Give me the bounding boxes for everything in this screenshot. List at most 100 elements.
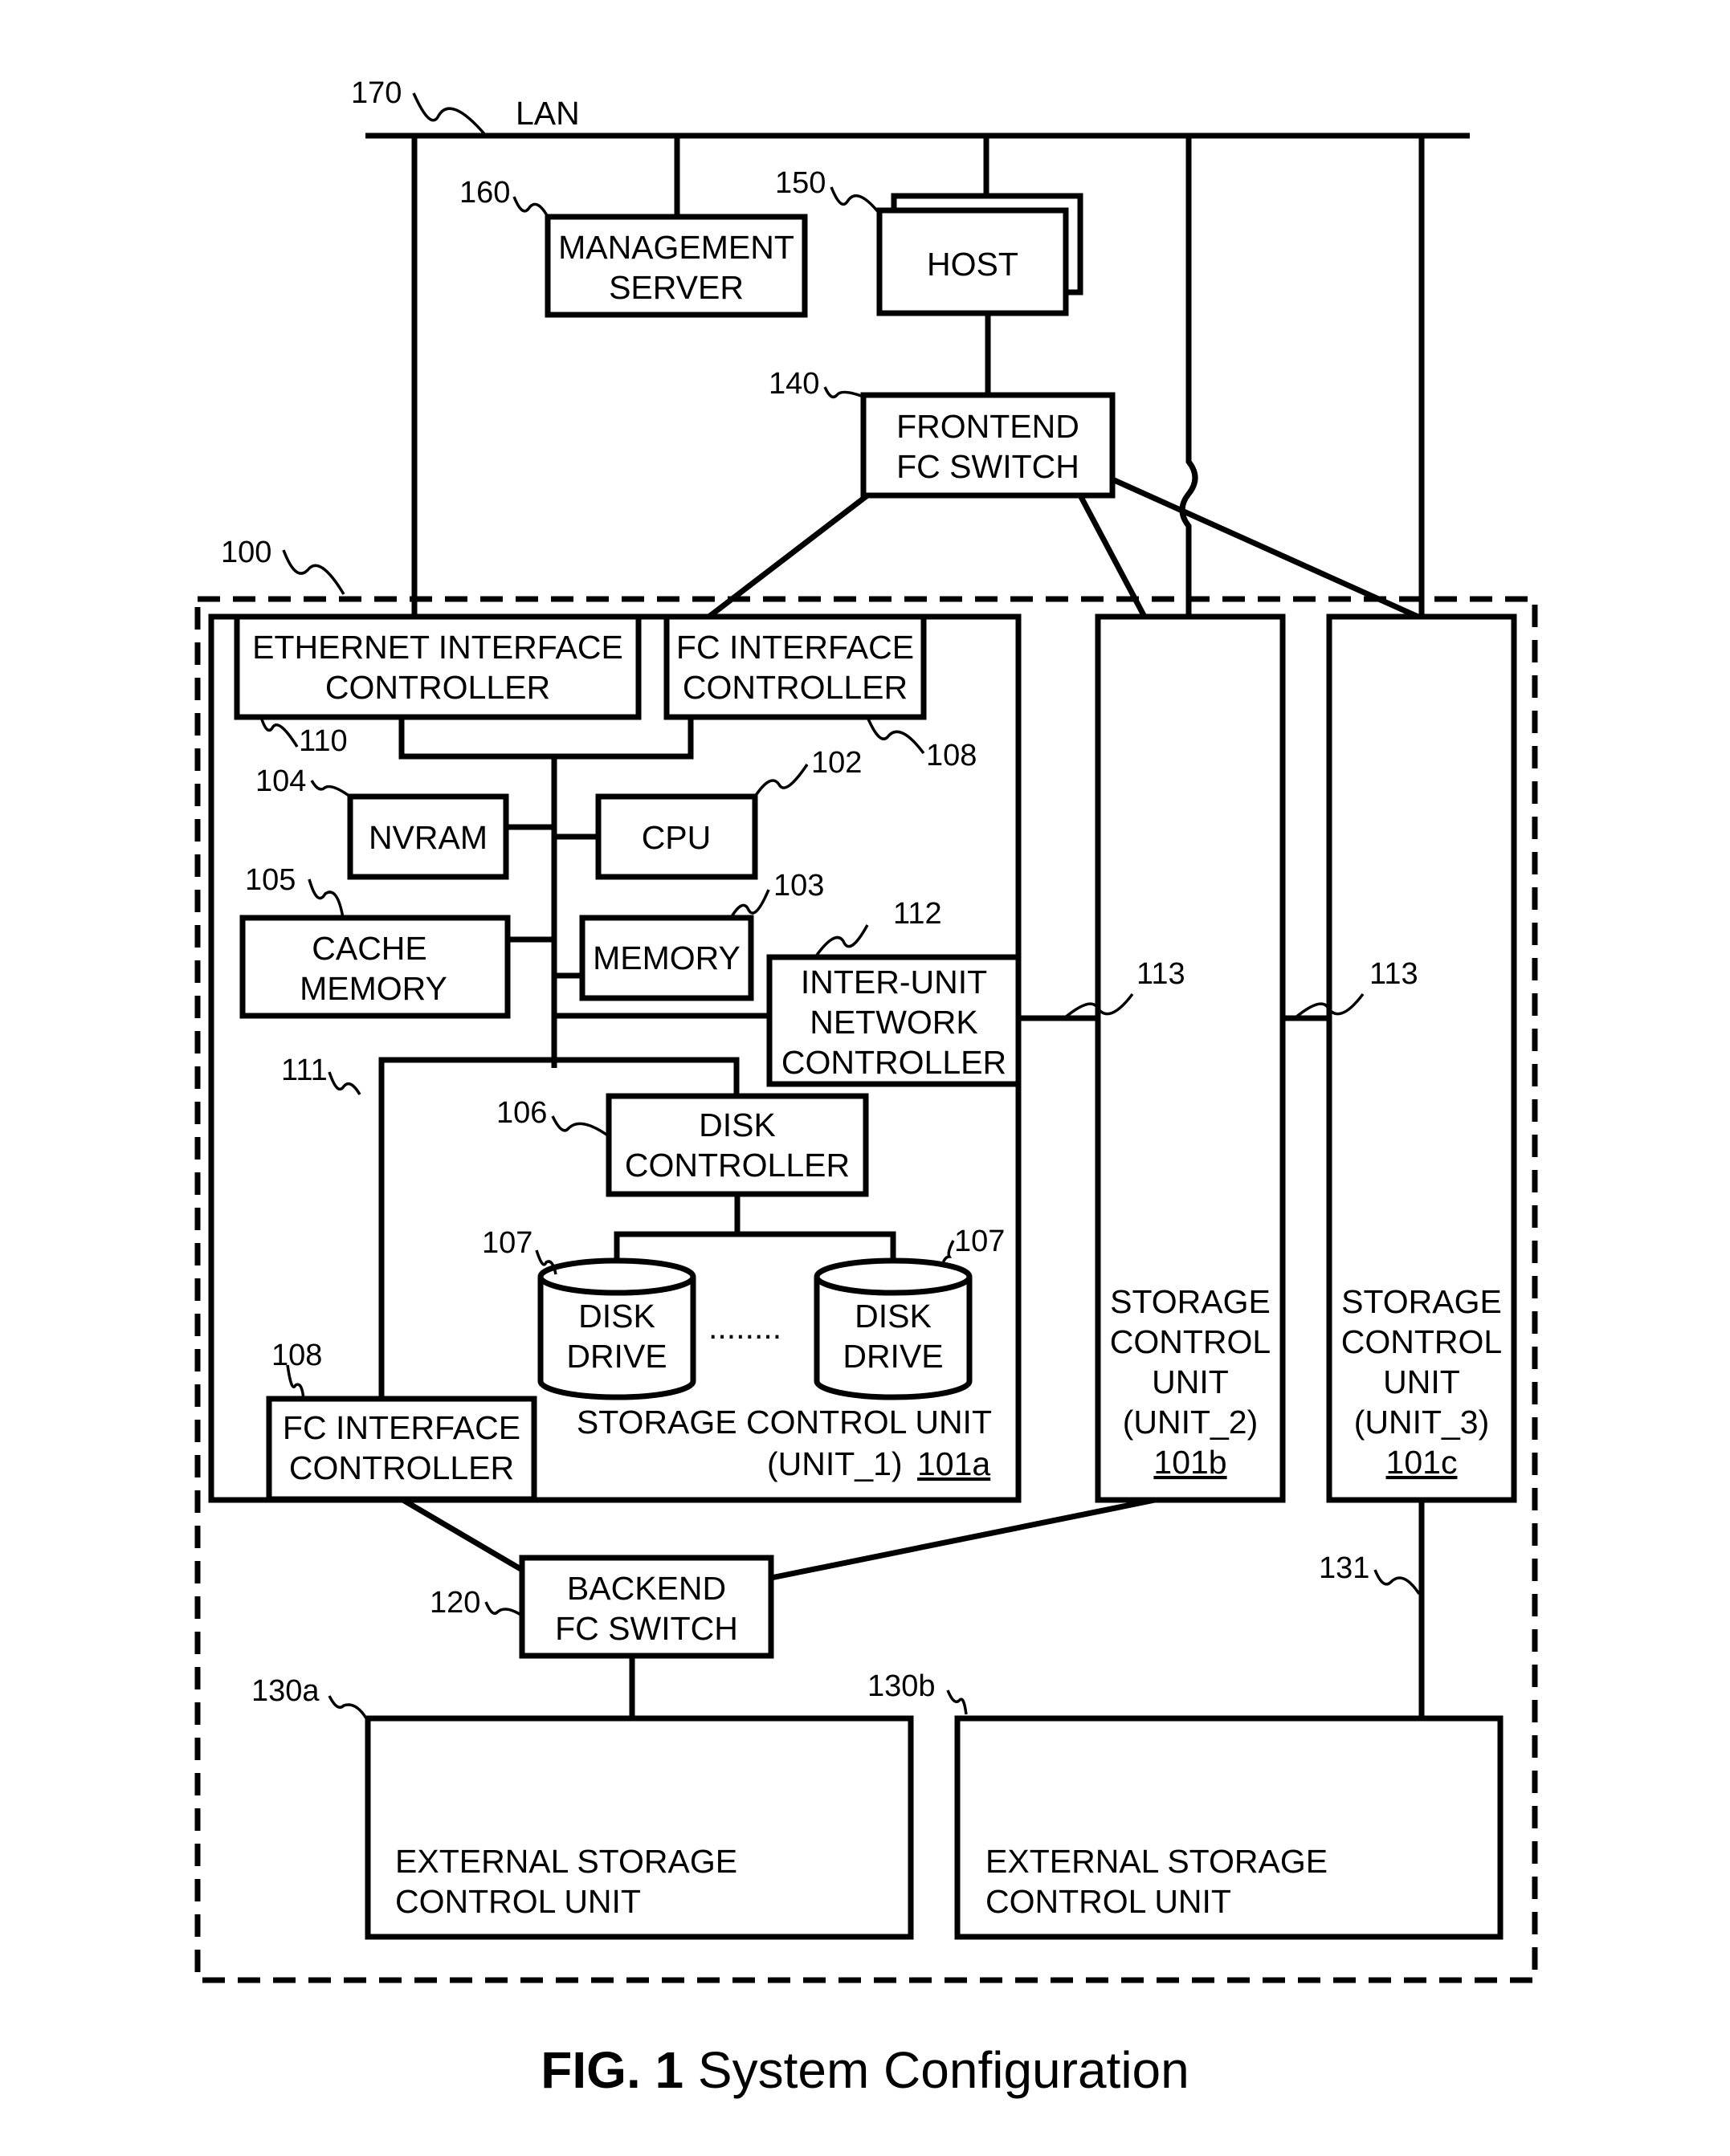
external-storage-b: EXTERNAL STORAGE CONTROL UNIT [954,1715,1504,1940]
leader-160 [512,196,549,218]
caption-bold: FIG. 1 [541,2041,683,2099]
ref-107-a: 107 [482,1226,532,1260]
leader-131 [1373,1569,1421,1595]
fc-top-line2: CONTROLLER [683,669,908,706]
leader-130a [328,1695,368,1719]
disk-ctrl-line2: CONTROLLER [625,1147,850,1184]
storage-control-unit-2: STORAGE CONTROL UNIT (UNIT_2) 101b [1095,613,1286,1503]
leader-140 [823,386,864,399]
host-box: HOST [876,193,1083,316]
figure-caption: FIG. 1 System Configuration [541,2041,1189,2099]
system-configuration-diagram: LAN 170 MANAGEMENT SERVER 160 HOST 150 F… [194,76,1538,2099]
unit1-subtitle: (UNIT_1) [767,1445,903,1482]
nvram-label: NVRAM [369,819,488,856]
leader-120 [484,1601,523,1617]
fc-top-line1: FC INTERFACE [676,629,914,666]
memory-label: MEMORY [593,939,741,976]
management-server-line1: MANAGEMENT [558,229,794,266]
cpu-box: CPU [595,793,758,880]
ref-104: 104 [255,764,306,798]
nvram-box: NVRAM [347,793,509,880]
ref-110: 110 [299,724,348,758]
host-label: HOST [927,246,1018,283]
fc-interface-controller-top: FC INTERFACE CONTROLLER [663,613,927,720]
ref-100: 100 [221,536,271,569]
unit3-id: 101c [1386,1444,1458,1481]
ref-160: 160 [459,176,510,210]
cpu-label: CPU [642,819,712,856]
ref-113-b: 113 [1369,957,1418,991]
ref-103: 103 [773,869,824,903]
disk1-line1: DISK [578,1298,655,1335]
frontend-switch-line1: FRONTEND [896,408,1079,445]
leader-100 [282,549,345,595]
ethernet-line1: ETHERNET INTERFACE [252,629,623,666]
unit2-to-backend [770,1497,1156,1581]
backend-line2: FC SWITCH [555,1610,738,1647]
ref-120: 120 [430,1586,480,1620]
fc-bottom-line2: CONTROLLER [289,1449,514,1486]
backend-fc-switch-box: BACKEND FC SWITCH [519,1555,774,1659]
unit2-line1: STORAGE [1110,1283,1271,1320]
ref-140: 140 [769,367,819,401]
cache-line2: MEMORY [300,970,447,1007]
ref-130b: 130b [867,1669,936,1703]
unit2-line2: CONTROL [1110,1323,1271,1360]
fc-interface-controller-bottom: FC INTERFACE CONTROLLER [266,1396,537,1502]
disk2-line2: DRIVE [843,1338,943,1375]
ref-108-bottom: 108 [271,1339,322,1372]
management-server-box: MANAGEMENT SERVER [545,214,808,318]
unit3-line4: (UNIT_3) [1354,1404,1490,1441]
fc-to-backend [400,1496,524,1573]
ref-113-a: 113 [1136,957,1185,991]
ref-130a: 130a [251,1674,320,1708]
ext-b-line1: EXTERNAL STORAGE [985,1843,1328,1880]
caption-rest: System Configuration [683,2041,1189,2099]
ref-112: 112 [893,897,942,931]
disk-ellipsis: ........ [708,1309,781,1346]
unit1-title: STORAGE CONTROL UNIT [577,1404,992,1441]
inter-unit-line3: CONTROLLER [781,1044,1006,1081]
inter-unit-line2: NETWORK [810,1004,978,1041]
unit3-line1: STORAGE [1341,1283,1502,1320]
disk-drive-2: DISK DRIVE [814,1257,973,1400]
ref-106: 106 [496,1096,547,1130]
ref-102: 102 [811,746,862,780]
storage-control-unit-3: STORAGE CONTROL UNIT (UNIT_3) 101c [1326,613,1517,1503]
ext-a-line1: EXTERNAL STORAGE [395,1843,737,1880]
ref-105: 105 [245,863,296,897]
unit3-line3: UNIT [1383,1363,1460,1400]
frontend-fc-switch-box: FRONTEND FC SWITCH [860,392,1116,499]
frontend-switch-line2: FC SWITCH [896,448,1079,485]
disk2-line1: DISK [855,1298,932,1335]
backend-line1: BACKEND [567,1570,726,1607]
lan-drop-unit2 [1179,136,1198,618]
ref-131: 131 [1319,1551,1369,1585]
memory-box: MEMORY [579,915,754,1001]
ref-150: 150 [775,166,826,200]
ext-b-line2: CONTROL UNIT [985,1883,1231,1920]
disk-controller-box: DISK CONTROLLER [606,1093,869,1197]
ref-108-top: 108 [926,739,977,772]
ref-111: 111 [281,1054,328,1087]
unit2-id: 101b [1153,1444,1226,1481]
leader-130b [946,1689,968,1715]
ref-170: 170 [351,76,402,110]
cache-memory-box: CACHE MEMORY [239,915,511,1019]
ref-107-b: 107 [954,1225,1005,1258]
external-storage-a: EXTERNAL STORAGE CONTROL UNIT [365,1715,914,1940]
management-server-line2: SERVER [609,269,744,306]
disk-drive-1: DISK DRIVE [537,1257,696,1400]
inter-unit-network-controller: INTER-UNIT NETWORK CONTROLLER [766,954,1022,1087]
lan-label: LAN [516,95,580,132]
unit3-line2: CONTROL [1341,1323,1502,1360]
leader-150 [830,186,881,215]
disk-ctrl-line1: DISK [699,1107,776,1143]
unit2-line3: UNIT [1152,1363,1229,1400]
cache-line1: CACHE [312,930,427,967]
inter-unit-line1: INTER-UNIT [801,964,987,1001]
ethernet-interface-controller: ETHERNET INTERFACE CONTROLLER [234,613,642,720]
fc-bottom-line1: FC INTERFACE [283,1409,520,1446]
leader-170 [412,92,488,137]
unit1-id: 101a [917,1445,990,1482]
